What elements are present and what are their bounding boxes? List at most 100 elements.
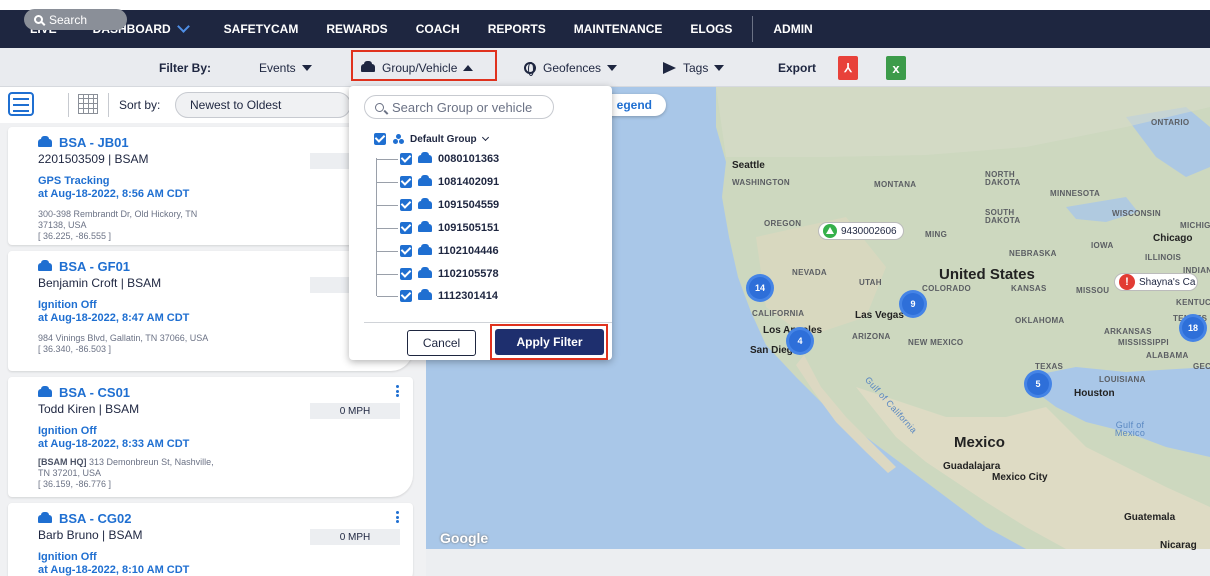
checkbox-checked-icon[interactable] — [400, 176, 412, 188]
nav-maintenance[interactable]: MAINTENANCE — [560, 10, 677, 48]
vehicle-address: [BSAM HQ] 313 Demonbreun St, Nashville, … — [38, 457, 308, 490]
search-button[interactable]: Search — [24, 9, 127, 30]
more-options-icon[interactable] — [396, 385, 399, 397]
vehicle-option-label: 1102105578 — [438, 268, 499, 280]
vehicle-option-label: 1102104446 — [438, 245, 499, 257]
map-label: NEW MEXICO — [908, 338, 964, 347]
map-label: MICHIG — [1180, 221, 1210, 230]
car-icon — [418, 198, 432, 209]
caret-down-icon — [607, 64, 618, 71]
vehicle-marker[interactable]: 9430002606 — [818, 222, 904, 240]
vehicle-name: BSA - GF01 — [59, 259, 131, 274]
address-prefix: [BSAM HQ] — [38, 457, 87, 467]
group-row[interactable]: Default Group — [374, 133, 489, 145]
car-icon — [38, 135, 52, 147]
vehicle-name: BSA - CS01 — [59, 385, 131, 400]
map-label: DAKOTA — [985, 178, 1021, 187]
toolbar-divider — [68, 93, 69, 117]
vehicle-cluster[interactable]: 18 — [1179, 314, 1207, 342]
nav-admin[interactable]: ADMIN — [759, 10, 826, 48]
tags-filter[interactable]: Tags — [663, 48, 725, 87]
vehicle-card[interactable]: BSA - CG02 Barb Bruno | BSAM 0 MPH Ignit… — [8, 503, 413, 576]
nav-coach[interactable]: COACH — [402, 10, 474, 48]
chevron-down-icon[interactable] — [481, 133, 489, 142]
coordinates: [ 36.340, -86.503 ] — [38, 344, 112, 354]
sort-select[interactable]: Newest to Oldest — [175, 92, 351, 118]
car-icon — [418, 244, 432, 255]
map-label: WASHINGTON — [732, 178, 790, 187]
vehicle-cluster[interactable]: 14 — [746, 274, 774, 302]
apply-filter-button[interactable]: Apply Filter — [495, 329, 604, 355]
checkbox-checked-icon[interactable] — [400, 268, 412, 280]
checkbox-checked-icon[interactable] — [400, 222, 412, 234]
speed-badge: 0 MPH — [310, 529, 400, 545]
caret-down-icon — [714, 64, 725, 71]
nav-rewards[interactable]: REWARDS — [312, 10, 401, 48]
checkbox-checked-icon[interactable] — [400, 199, 412, 211]
car-icon — [38, 511, 52, 523]
caret-down-icon — [301, 64, 312, 71]
more-options-icon[interactable] — [396, 511, 399, 523]
vehicle-option[interactable]: 1091505151 — [377, 221, 499, 234]
vehicle-sub: Todd Kiren | BSAM — [38, 402, 140, 416]
vehicle-status: Ignition Off — [38, 425, 97, 437]
car-icon — [418, 289, 432, 300]
group-search-input[interactable]: Search Group or vehicle — [364, 95, 554, 119]
vehicle-cluster[interactable]: 4 — [786, 327, 814, 355]
map-label: ALABAMA — [1146, 351, 1189, 360]
cancel-button[interactable]: Cancel — [407, 330, 476, 356]
vehicle-sub: Benjamin Croft | BSAM — [38, 276, 162, 290]
coordinates: [ 36.159, -86.776 ] — [38, 479, 112, 489]
checkbox-checked-icon[interactable] — [400, 245, 412, 257]
nav-safetycam[interactable]: SAFETYCAM — [210, 10, 313, 48]
vehicle-status-time: at Aug-18-2022, 8:47 AM CDT — [38, 312, 190, 324]
grid-view-icon[interactable] — [78, 94, 98, 114]
app-root: LIVE DASHBOARD SAFETYCAM REWARDS COACH R… — [0, 0, 1210, 576]
checkbox-checked-icon[interactable] — [400, 290, 412, 302]
coordinates: [ 36.225, -86.555 ] — [38, 231, 112, 241]
vehicle-name: BSA - JB01 — [59, 135, 129, 150]
vehicle-status-time: at Aug-18-2022, 8:10 AM CDT — [38, 564, 190, 576]
search-icon — [375, 102, 384, 112]
alert-vehicle-marker[interactable]: ! Shayna's Ca — [1114, 273, 1199, 291]
map-label: Mexico — [1114, 428, 1146, 438]
map-label: Las Vegas — [855, 310, 904, 321]
vehicle-option[interactable]: 1102104446 — [377, 244, 499, 257]
chevron-down-icon — [176, 20, 190, 33]
checkbox-checked-icon[interactable] — [400, 153, 412, 165]
tree-connector — [377, 158, 398, 160]
vehicle-option[interactable]: 1112301414 — [377, 289, 498, 302]
vehicle-cluster[interactable]: 9 — [899, 290, 927, 318]
nav-reports[interactable]: REPORTS — [474, 10, 560, 48]
vehicle-cluster[interactable]: 5 — [1024, 370, 1052, 398]
tree-connector — [377, 181, 398, 183]
vehicle-option[interactable]: 1091504559 — [377, 198, 499, 211]
list-view-icon[interactable] — [8, 92, 34, 116]
vehicle-status-time: at Aug-18-2022, 8:33 AM CDT — [38, 438, 190, 450]
vehicle-option[interactable]: 1102105578 — [377, 267, 499, 280]
tags-filter-label: Tags — [683, 60, 709, 75]
geofences-filter[interactable]: Geofences — [524, 48, 618, 87]
checkbox-checked-icon[interactable] — [374, 133, 386, 145]
vehicle-card[interactable]: BSA - CS01 Todd Kiren | BSAM 0 MPH Ignit… — [8, 377, 413, 497]
map-label: MINNESOTA — [1050, 189, 1101, 198]
map-label: MISSOU — [1076, 286, 1110, 295]
excel-export-icon[interactable]: x — [886, 56, 906, 80]
map-label: MONTANA — [874, 180, 917, 189]
map-label: GEC — [1193, 362, 1210, 371]
group-vehicle-filter[interactable]: Group/Vehicle — [361, 48, 474, 87]
events-filter[interactable]: Events — [239, 48, 312, 87]
map-label: ARIZONA — [852, 332, 891, 341]
top-nav: LIVE DASHBOARD SAFETYCAM REWARDS COACH R… — [0, 10, 1210, 48]
map-label: DAKOTA — [985, 216, 1021, 225]
tree-connector — [377, 273, 398, 275]
map-label: OKLAHOMA — [1015, 316, 1065, 325]
vehicle-option[interactable]: 1081402091 — [377, 175, 499, 188]
vehicle-option[interactable]: 0080101363 — [377, 152, 499, 165]
pdf-export-icon[interactable]: ⅄ — [838, 56, 858, 80]
map-label: UTAH — [859, 278, 882, 287]
map-label: ONTARIO — [1151, 118, 1190, 127]
nav-elogs[interactable]: ELOGS — [676, 10, 746, 48]
map-label: IOWA — [1091, 241, 1114, 250]
sort-label: Sort by: — [119, 98, 161, 112]
